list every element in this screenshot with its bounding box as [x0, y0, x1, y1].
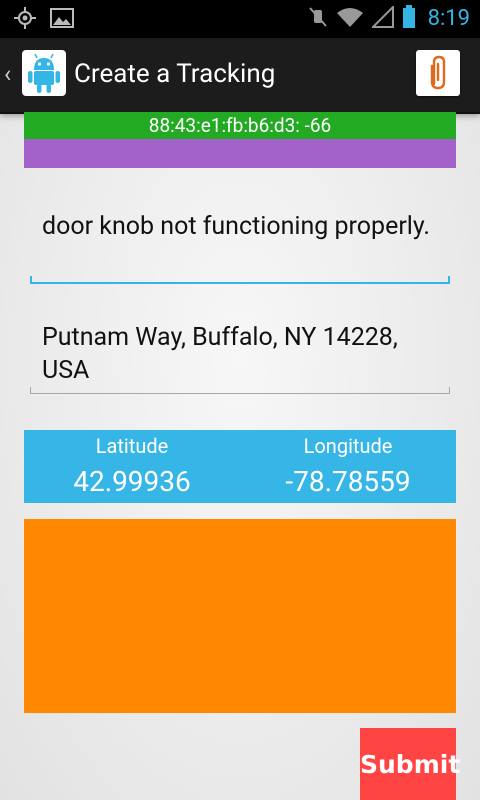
longitude-column: Longitude -78.78559: [240, 430, 456, 500]
clock: 8:19: [427, 6, 470, 31]
field-underline-cap-left: [30, 276, 32, 284]
field-underline-cap-left: [30, 387, 31, 394]
beacon-signal-bar: 88:43:e1:fb:b6:d3: -66: [24, 112, 456, 139]
submit-button[interactable]: Submit: [360, 728, 460, 800]
signal-icon: [370, 4, 394, 32]
latitude-column: Latitude 42.99936: [24, 430, 240, 500]
coordinates-panel: Latitude 42.99936 Longitude -78.78559: [24, 430, 456, 503]
battery-icon: [402, 5, 416, 33]
up-chevron-icon[interactable]: ‹: [4, 62, 11, 86]
status-bar: 8:19: [0, 0, 480, 38]
gps-icon: [14, 7, 36, 33]
field-underline-cap-right: [448, 276, 450, 284]
image-icon: [50, 7, 74, 33]
latitude-label: Latitude: [95, 434, 169, 458]
mute-icon: [308, 6, 328, 32]
wifi-icon: [336, 6, 364, 32]
description-text[interactable]: door knob not functioning properly.: [30, 210, 450, 243]
screen-title: Create a Tracking: [74, 59, 276, 89]
beacon-color-strip: [24, 139, 456, 168]
attach-icon[interactable]: [416, 50, 460, 96]
longitude-value: -78.78559: [285, 465, 411, 498]
android-app-icon[interactable]: [22, 50, 66, 96]
action-bar: ‹ Create a Tracking: [0, 38, 480, 114]
address-field[interactable]: Putnam Way, Buffalo, NY 14228, USA: [30, 321, 450, 394]
latitude-value: 42.99936: [73, 465, 191, 498]
field-underline-cap-right: [449, 387, 450, 394]
field-underline: [30, 393, 450, 394]
longitude-label: Longitude: [303, 434, 393, 458]
image-placeholder[interactable]: [24, 519, 456, 713]
description-field[interactable]: door knob not functioning properly.: [30, 210, 450, 284]
address-text[interactable]: Putnam Way, Buffalo, NY 14228, USA: [30, 321, 450, 387]
field-underline: [30, 282, 450, 284]
